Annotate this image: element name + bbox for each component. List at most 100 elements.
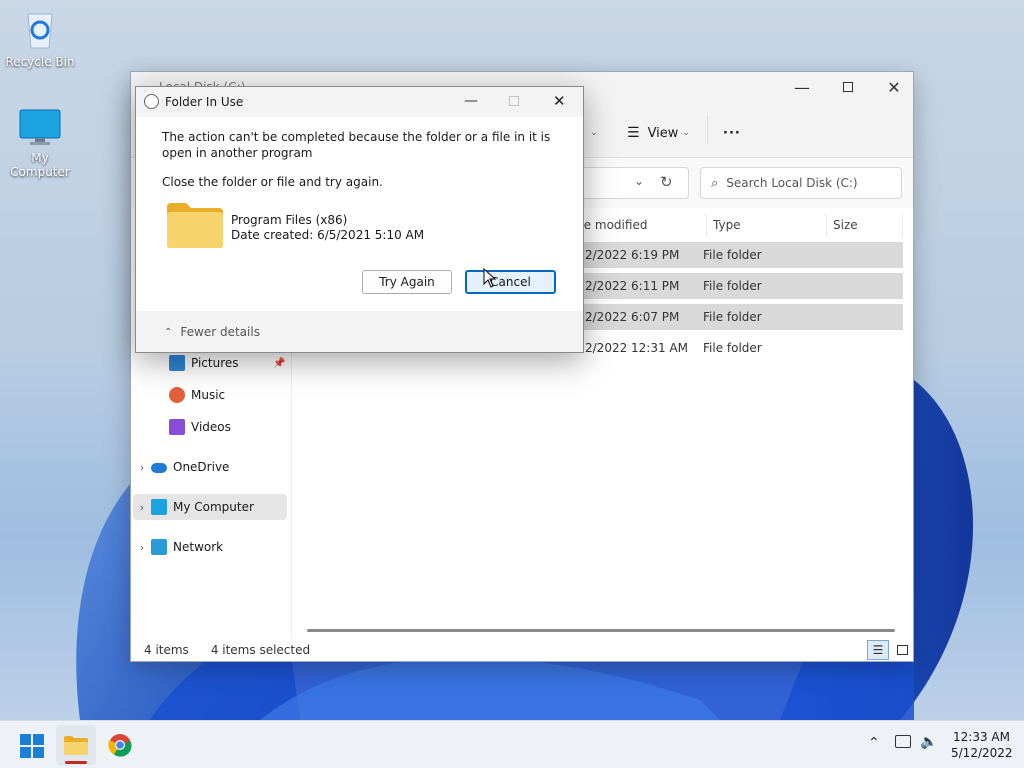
horizontal-scrollbar[interactable] (307, 629, 895, 632)
taskbar: ⌃ 🔈 12:33 AM 5/12/2022 (0, 720, 1024, 768)
pictures-icon (169, 355, 185, 371)
more-options-icon: ··· (723, 125, 741, 141)
dialog-body: The action can't be completed because th… (136, 117, 583, 311)
videos-icon (169, 419, 185, 435)
chevron-right-icon[interactable]: › (133, 501, 151, 514)
row-type: File folder (703, 279, 762, 293)
column-label: Type (713, 218, 741, 232)
refresh-icon[interactable]: ↻ (660, 173, 673, 191)
minimize-button[interactable]: — (779, 72, 825, 102)
taskbar-chrome-button[interactable] (108, 733, 132, 757)
maximize-button[interactable] (825, 72, 871, 102)
music-icon (169, 387, 185, 403)
row-type: File folder (703, 248, 762, 262)
fewer-details-toggle[interactable]: ⌃ Fewer details (164, 325, 260, 339)
folder-icon (167, 203, 223, 248)
sidebar-item-my-computer[interactable]: › My Computer (133, 494, 287, 520)
dialog-message: The action can't be completed because th… (162, 130, 551, 160)
search-icon: ⌕ (711, 175, 719, 191)
chevron-right-icon[interactable]: › (133, 541, 151, 554)
sidebar-item-label: Videos (191, 420, 231, 434)
windows-logo-icon (20, 734, 44, 758)
navigation-pane: Pictures 📌 Music Videos › OneDrive › My … (131, 344, 291, 634)
column-header-date-modified[interactable]: te modified (573, 214, 707, 236)
chevron-down-icon: ⌄ (590, 128, 598, 138)
sidebar-item-label: Pictures (191, 356, 239, 370)
minimize-icon[interactable]: — (464, 93, 478, 109)
row-type: File folder (703, 310, 762, 324)
sidebar-item-network[interactable]: › Network (133, 534, 287, 560)
chevron-down-icon: ⌄ (682, 128, 690, 138)
row-type: File folder (703, 341, 762, 355)
clock-time[interactable]: 12:33 AM (953, 730, 1010, 744)
row-date: 2/2022 6:11 PM (585, 279, 680, 293)
close-button[interactable]: ✕ (871, 72, 917, 102)
network-icon[interactable] (895, 735, 911, 748)
status-bar: 4 items 4 items selected ☰ (131, 638, 913, 662)
table-row[interactable]: 2/2022 6:07 PM File folder (573, 304, 903, 330)
monitor-icon (151, 499, 167, 515)
fewer-details-label: Fewer details (180, 325, 260, 339)
column-header-type[interactable]: Type (707, 214, 827, 236)
search-placeholder: Search Local Disk (C:) (726, 176, 858, 190)
recycle-bin-icon (27, 13, 53, 49)
clock-icon (144, 94, 159, 109)
sidebar-item-onedrive[interactable]: › OneDrive (133, 454, 287, 480)
pin-icon: 📌 (273, 357, 286, 369)
chrome-icon (108, 734, 132, 757)
sidebar-item-label: Music (191, 388, 226, 402)
row-date: 2/2022 6:19 PM (585, 248, 680, 262)
more-options-button[interactable]: ··· (723, 122, 741, 144)
dialog-instruction: Close the folder or file and try again. (162, 175, 383, 189)
close-icon[interactable]: ✕ (553, 92, 566, 110)
view-list-icon: ☰ (627, 125, 640, 141)
sidebar-item-videos[interactable]: Videos (133, 414, 287, 440)
column-label: Size (833, 218, 858, 232)
cloud-icon (151, 463, 167, 473)
view-button[interactable]: ☰ View ⌄ (627, 122, 690, 144)
chevron-up-icon[interactable]: ⌃ (868, 735, 880, 751)
sidebar-item-music[interactable]: Music (133, 382, 287, 408)
maximize-icon (843, 82, 853, 92)
toolbar-divider (707, 116, 708, 144)
details-view-button[interactable]: ☰ (867, 640, 889, 660)
dialog-title: Folder In Use (165, 95, 244, 109)
table-row[interactable]: 2/2022 6:19 PM File folder (573, 242, 903, 268)
table-row[interactable]: 2/2022 12:31 AM File folder (573, 335, 903, 361)
row-date: 2/2022 6:07 PM (585, 310, 680, 324)
table-row[interactable]: 2/2022 6:11 PM File folder (573, 273, 903, 299)
taskbar-file-explorer-button[interactable] (56, 725, 96, 765)
dialog-title-bar[interactable]: Folder In Use — ✕ (136, 87, 583, 117)
chevron-down-icon: ⌄ (634, 174, 645, 188)
cancel-button[interactable]: Cancel (465, 270, 556, 294)
search-input[interactable]: ⌕ Search Local Disk (C:) (700, 167, 902, 199)
active-indicator (65, 761, 87, 764)
sidebar-item-pictures[interactable]: Pictures 📌 (133, 350, 287, 376)
volume-icon[interactable]: 🔈 (920, 734, 937, 750)
tiles-view-icon (896, 644, 908, 655)
item-date-created: Date created: 6/5/2021 5:10 AM (231, 228, 425, 242)
desktop-icon-recycle-bin[interactable]: Recycle Bin (0, 8, 80, 69)
item-name: Program Files (x86) (231, 213, 348, 227)
desktop-icon-my-computer[interactable]: My Computer (0, 108, 80, 179)
column-header-size[interactable]: Size (827, 214, 903, 236)
start-button[interactable] (20, 734, 44, 758)
chevron-right-icon[interactable]: › (133, 461, 151, 474)
maximize-icon (509, 96, 519, 106)
minimize-icon: — (794, 77, 810, 97)
close-icon: ✕ (887, 77, 901, 97)
address-bar[interactable]: ⌄ ↻ (571, 167, 689, 199)
try-again-button[interactable]: Try Again (362, 270, 452, 294)
desktop-icon-label: My Computer (10, 151, 70, 179)
folder-icon (64, 736, 88, 755)
mouse-cursor-icon (483, 268, 497, 288)
row-date: 2/2022 12:31 AM (585, 341, 688, 355)
sidebar-item-label: My Computer (173, 500, 254, 514)
tiles-view-button[interactable] (891, 640, 913, 660)
sidebar-item-label: Network (173, 540, 224, 554)
item-count: 4 items (144, 643, 189, 657)
chevron-up-icon: ⌃ (164, 326, 173, 338)
clock-date[interactable]: 5/12/2022 (951, 746, 1013, 760)
folder-in-use-dialog: Folder In Use — ✕ The action can't be co… (135, 86, 584, 353)
column-label: te modified (579, 218, 648, 232)
